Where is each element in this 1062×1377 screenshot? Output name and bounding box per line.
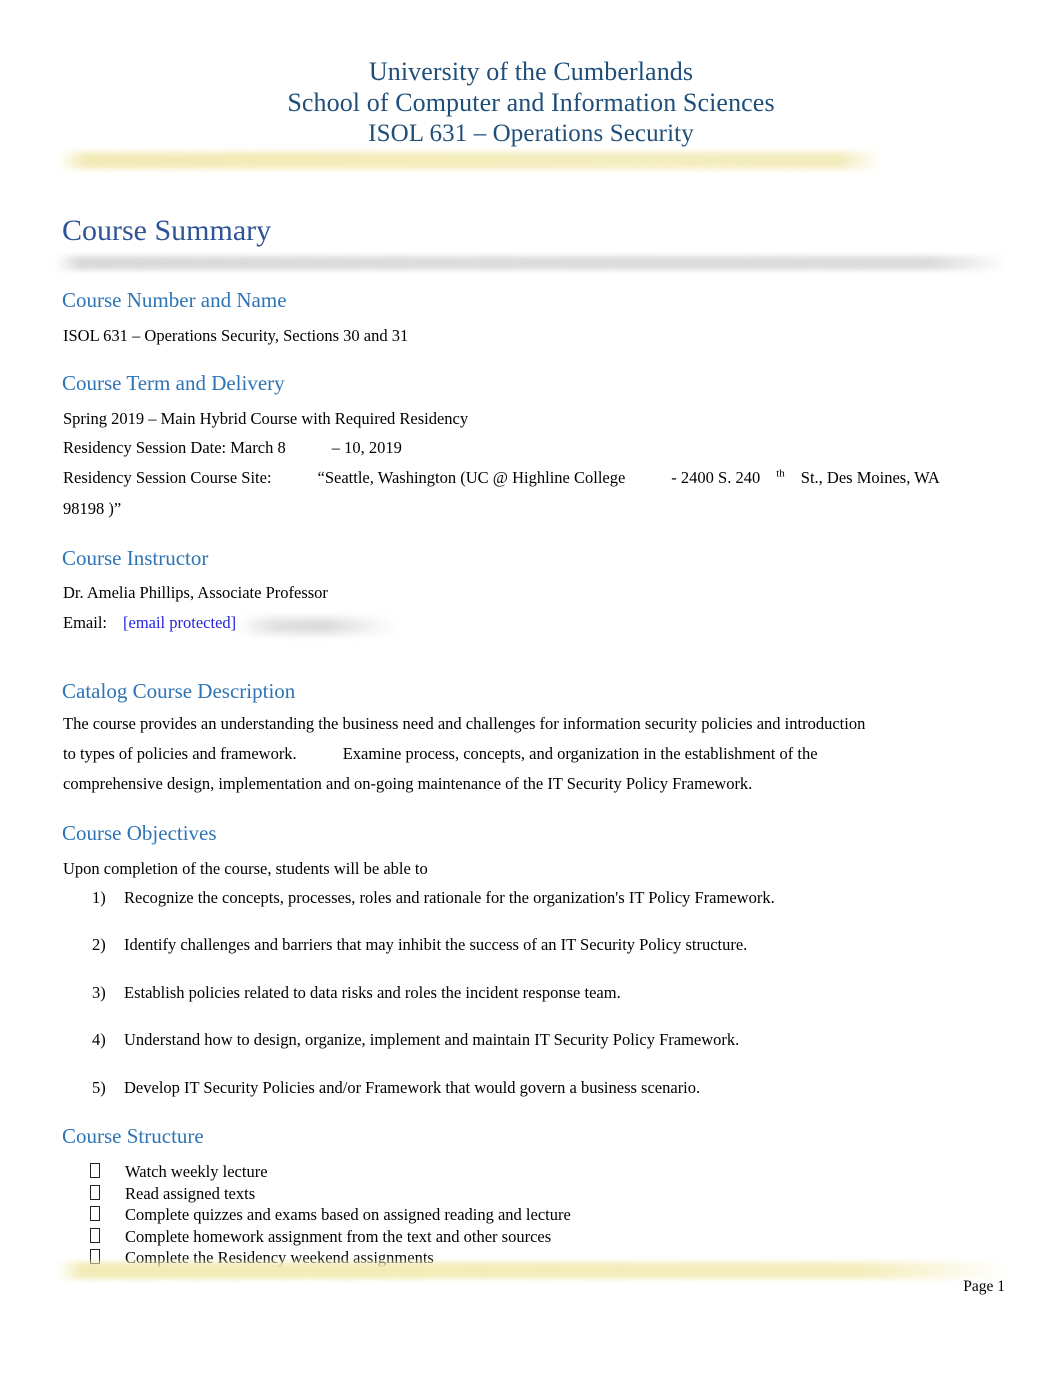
residency-session-date-line: Residency Session Date: March 8 – 10, 201…: [63, 437, 402, 459]
structure-item: Watch weekly lecture: [90, 1161, 268, 1183]
residency-site-continuation: 98198 )”: [63, 499, 122, 518]
residency-site-part1: “Seattle, Washington (UC @ Highline Coll…: [317, 468, 626, 487]
document-page: University of the Cumberlands School of …: [0, 0, 1062, 1377]
footer-divider-rule: [58, 1262, 1006, 1279]
page-title: Course Summary: [62, 214, 272, 247]
catalog-description-line-3: comprehensive design, implementation and…: [63, 774, 753, 793]
objective-item: 2) Identify challenges and barriers that …: [92, 934, 747, 956]
footer-page-number: Page 1: [963, 1278, 1005, 1295]
page-title-divider-rule: [56, 256, 1006, 270]
email-redaction-blur: [238, 618, 398, 634]
course-number-value: ISOL 631 – Operations Security, Sections…: [63, 326, 409, 345]
objective-item: 4) Understand how to design, organize, im…: [92, 1029, 739, 1051]
residency-site-label: Residency Session Course Site:: [63, 468, 272, 487]
residency-session-site-line: Residency Session Course Site: “Seattle, …: [63, 467, 940, 489]
structure-text: Complete homework assignment from the te…: [125, 1227, 552, 1246]
heading-course-structure: Course Structure: [62, 1124, 204, 1148]
bullet-glyph-icon: [90, 1163, 100, 1178]
objective-text: Identify challenges and barriers that ma…: [124, 935, 748, 954]
header-university-name: University of the Cumberlands: [368, 57, 694, 86]
structure-item: Read assigned texts: [90, 1183, 255, 1205]
objective-text: Establish policies related to data risks…: [124, 983, 621, 1002]
residency-date-label: Residency Session Date: March 8: [63, 438, 286, 457]
structure-item: Complete quizzes and exams based on assi…: [90, 1204, 571, 1226]
list-marker: 5): [92, 1078, 106, 1097]
objective-item: 1) Recognize the concepts, processes, rol…: [92, 887, 775, 909]
bullet-glyph-icon: [90, 1185, 100, 1200]
instructor-email-link[interactable]: [email protected]: [123, 613, 236, 632]
objective-text: Understand how to design, organize, impl…: [124, 1030, 740, 1049]
objective-text: Develop IT Security Policies and/or Fram…: [124, 1078, 701, 1097]
residency-date-value: – 10, 2019: [331, 438, 402, 457]
catalog-description-line-1: The course provides an understanding the…: [63, 714, 866, 733]
objective-text: Recognize the concepts, processes, roles…: [124, 888, 775, 907]
instructor-email-line: Email: [email protected]: [63, 612, 236, 634]
list-marker: 4): [92, 1030, 106, 1049]
structure-text: Watch weekly lecture: [125, 1162, 268, 1181]
bullet-glyph-icon: [90, 1228, 100, 1243]
catalog-description-line-2b: Examine process, concepts, and organizat…: [342, 744, 818, 763]
catalog-description-line-2a: to types of policies and framework.: [63, 744, 297, 763]
catalog-description-line-2: to types of policies and framework. Exami…: [63, 743, 818, 765]
header-divider-rule: [60, 152, 880, 169]
heading-course-number-and-name: Course Number and Name: [62, 288, 287, 312]
structure-text: Read assigned texts: [125, 1184, 256, 1203]
header-school-name: School of Computer and Information Scien…: [287, 88, 775, 117]
email-label: Email:: [63, 613, 107, 632]
residency-site-part3: St., Des Moines, WA: [800, 468, 940, 487]
residency-site-part2: - 2400 S. 240: [671, 468, 761, 487]
heading-course-instructor: Course Instructor: [62, 546, 209, 570]
heading-course-term-and-delivery: Course Term and Delivery: [62, 371, 285, 395]
list-marker: 2): [92, 935, 106, 954]
instructor-name: Dr. Amelia Phillips, Associate Professor: [63, 583, 328, 602]
heading-catalog-course-description: Catalog Course Description: [62, 679, 296, 703]
list-marker: 1): [92, 888, 106, 907]
objective-item: 5) Develop IT Security Policies and/or Fr…: [92, 1077, 700, 1099]
list-marker: 3): [92, 983, 106, 1002]
bullet-glyph-icon: [90, 1206, 100, 1221]
header-course-title: ISOL 631 – Operations Security: [368, 120, 694, 147]
ordinal-suffix: th: [776, 467, 785, 480]
structure-text: Complete quizzes and exams based on assi…: [125, 1205, 571, 1224]
heading-course-objectives: Course Objectives: [62, 821, 217, 845]
document-header: University of the Cumberlands School of …: [0, 56, 1062, 149]
structure-item: Complete homework assignment from the te…: [90, 1226, 551, 1248]
course-objectives-intro: Upon completion of the course, students …: [63, 859, 428, 878]
course-term-delivery-line: Spring 2019 – Main Hybrid Course with Re…: [63, 409, 469, 428]
objective-item: 3) Establish policies related to data ris…: [92, 982, 621, 1004]
